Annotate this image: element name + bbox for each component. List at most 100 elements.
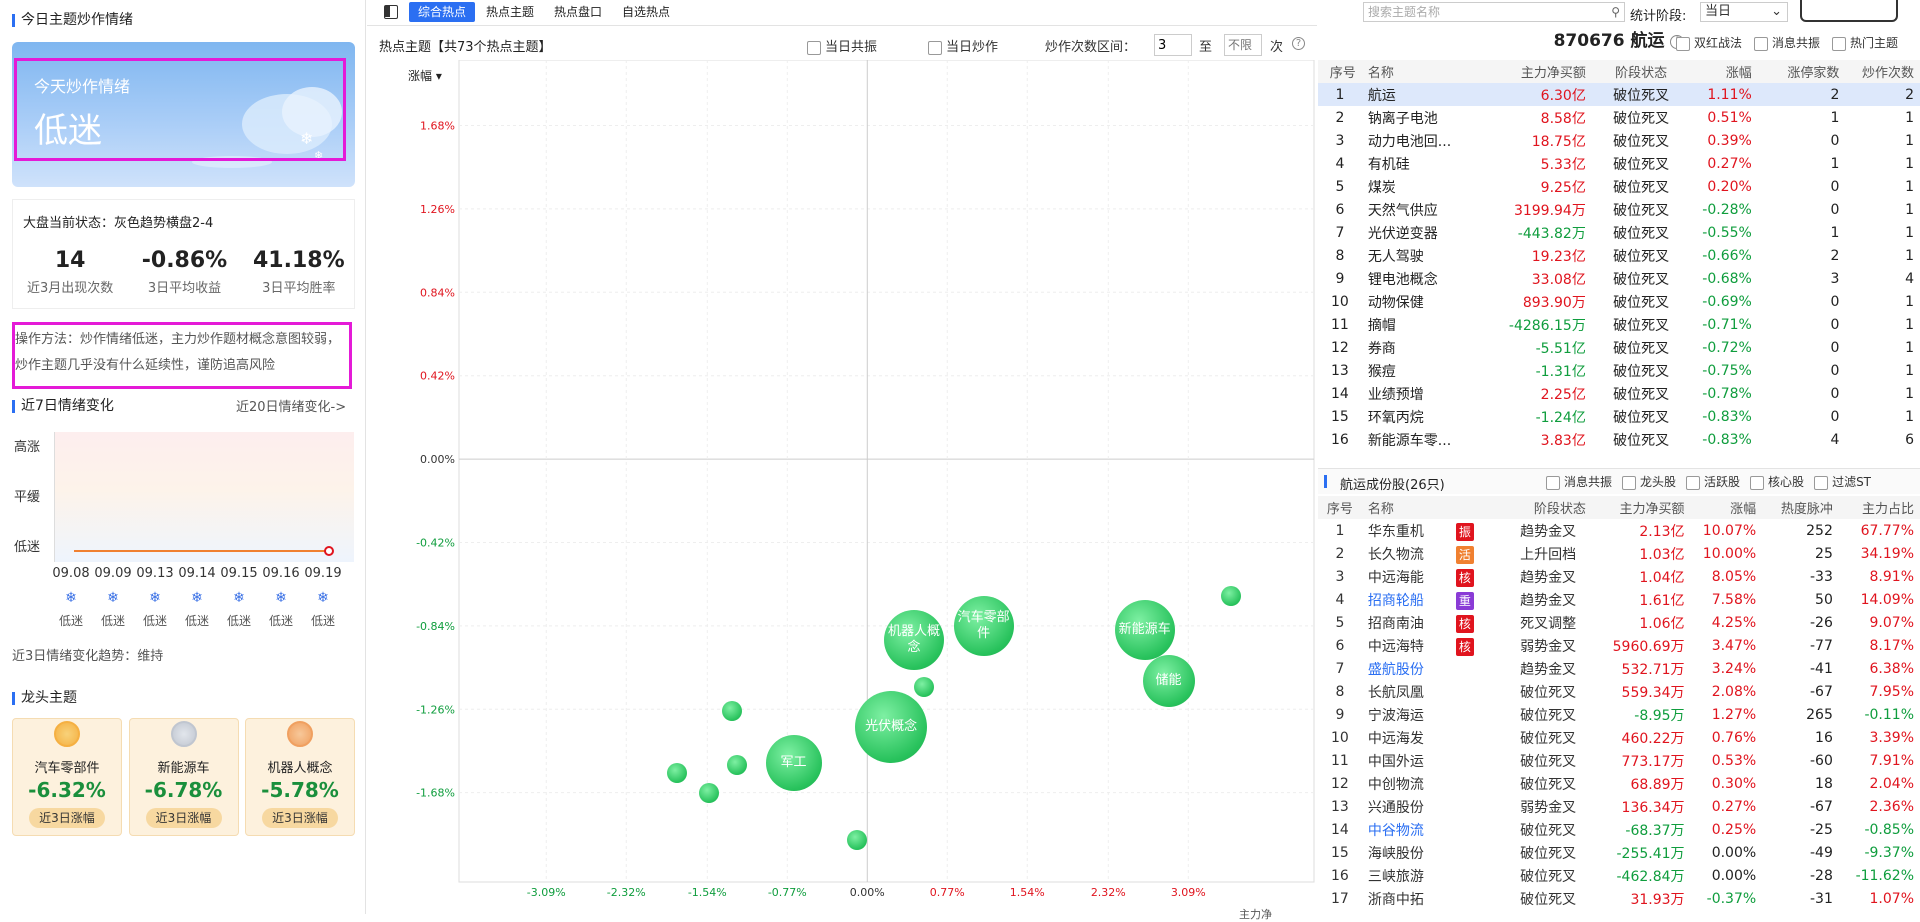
topic-header-cell[interactable]: 阶段状态 [1591, 60, 1691, 83]
stats-row: 14 近3月出现次数 -0.86% 3日平均收益 41.18% 3日平均胜率 [13, 248, 356, 296]
topic-search-input[interactable]: 搜索主题名称 ⚲ [1363, 2, 1625, 22]
stock-row[interactable]: 13 兴通股份 弱势金叉 136.34万 0.27% -67 2.36% [1318, 795, 1920, 818]
bubble-point[interactable]: 储能 [1142, 655, 1195, 708]
stock-row[interactable]: 11 中国外运 破位死叉 773.17万 0.53% -60 7.91% [1318, 749, 1920, 772]
stock-header-cell[interactable]: 序号 [1318, 496, 1362, 519]
leader-card[interactable]: 新能源车 -6.78% 近3日涨幅 [128, 718, 239, 836]
stock-cell: 10.00% [1702, 545, 1757, 562]
stock-row[interactable]: 17 浙商中拓 破位死叉 31.93万 -0.37% -31 1.07% [1318, 887, 1920, 910]
panel-toggle-icon[interactable] [384, 5, 398, 19]
bubble-point[interactable] [1220, 586, 1241, 607]
topic-cell: 猴痘 [1367, 363, 1396, 380]
topic-cell: 破位死叉 [1613, 87, 1670, 104]
stock-row[interactable]: 12 中创物流 破位死叉 68.89万 0.30% 18 2.04% [1318, 772, 1920, 795]
bubble-chart: 1.68% 1.26% 0.84% 0.42% 0.00% -0.42% -0.84% -1.… [416, 60, 1315, 899]
topic-row[interactable]: 5 煤炭 9.25亿 破位死叉 0.20% 0 1 [1318, 175, 1920, 198]
topic-filter-1[interactable]: 消息共振 [1754, 36, 1820, 51]
toggle-switch[interactable] [1800, 0, 1898, 22]
topic-row[interactable]: 3 动力电池回... 18.75亿 破位死叉 0.39% 0 1 [1318, 129, 1920, 152]
stock-row[interactable]: 1 华东重机 振 趋势金叉 2.13亿 10.07% 252 67.77% [1318, 519, 1920, 542]
topic-row[interactable]: 7 光伏逆变器 -443.82万 破位死叉 -0.55% 1 1 [1318, 221, 1920, 244]
stock-row[interactable]: 3 中远海能 核 趋势金叉 1.04亿 8.05% -33 8.91% [1318, 565, 1920, 588]
range-to-input[interactable] [1224, 34, 1262, 56]
stock-row[interactable]: 10 中远海发 破位死叉 460.22万 0.76% 16 3.39% [1318, 726, 1920, 749]
topic-row[interactable]: 14 业绩预增 2.25亿 破位死叉 -0.78% 0 1 [1318, 382, 1920, 405]
stock-name[interactable]: 盛航股份 [1368, 659, 1456, 679]
topic-header-cell[interactable]: 主力净买额 [1493, 60, 1592, 83]
tab-0[interactable]: 综合热点 [409, 2, 476, 22]
tab-3[interactable]: 自选热点 [613, 2, 679, 22]
stock-name[interactable]: 中谷物流 [1368, 820, 1456, 840]
comp-filter-4[interactable]: 过滤ST [1814, 475, 1871, 490]
leader-card[interactable]: 机器人概念 -5.78% 近3日涨幅 [245, 718, 355, 836]
stock-row[interactable]: 8 长航凤凰 破位死叉 559.34万 2.08% -67 7.95% [1318, 680, 1920, 703]
topic-row[interactable]: 12 券商 -5.51亿 破位死叉 -0.72% 0 1 [1318, 336, 1920, 359]
topic-header-cell[interactable]: 涨幅 [1690, 60, 1758, 83]
topic-filter-0[interactable]: 双红战法 [1676, 36, 1742, 51]
stock-row[interactable]: 6 中远海特 核 弱势金叉 5960.69万 3.47% -77 8.17% [1318, 634, 1920, 657]
hype-checkbox[interactable]: 当日炒作 [928, 36, 998, 55]
y-tick-label: 0.84% [420, 286, 455, 299]
tab-2[interactable]: 热点盘口 [545, 2, 611, 22]
topic-row[interactable]: 10 动物保健 893.90万 破位死叉 -0.69% 0 1 [1318, 290, 1920, 313]
stock-row[interactable]: 14 中谷物流 破位死叉 -68.37万 0.25% -25 -0.85% [1318, 818, 1920, 841]
comp-filter-0[interactable]: 消息共振 [1546, 475, 1612, 490]
topic-row[interactable]: 11 摘帽 -4286.15万 破位死叉 -0.71% 0 1 [1318, 313, 1920, 336]
leader-card[interactable]: 汽车零部件 -6.32% 近3日涨幅 [12, 718, 122, 836]
stock-header-cell[interactable]: 阶段状态 [1504, 496, 1592, 519]
bubble-point[interactable]: 军工 [765, 734, 822, 791]
stock-header-cell[interactable]: 涨幅 [1690, 496, 1763, 519]
resonance-checkbox[interactable]: 当日共振 [807, 36, 877, 55]
period-select[interactable]: 当日 ⌄ [1700, 2, 1788, 22]
topic-cell: 光伏逆变器 [1367, 225, 1438, 242]
stock-badge: 振 [1455, 522, 1474, 541]
stock-name: 兴通股份 [1367, 799, 1424, 816]
stock-row[interactable]: 5 招商南油 核 死叉调整 1.06亿 4.25% -26 9.07% [1318, 611, 1920, 634]
topic-cell: 锂电池概念 [1367, 271, 1438, 288]
stock-row[interactable]: 15 海峡股份 破位死叉 -255.41万 0.00% -49 -9.37% [1318, 841, 1920, 864]
stock-row[interactable]: 16 三峡旅游 破位死叉 -462.84万 0.00% -28 -11.62% [1318, 864, 1920, 887]
stock-name-cell: 中远海特 核 [1362, 634, 1504, 657]
twenty-day-link[interactable]: 近20日情绪变化-> [236, 396, 346, 415]
topic-row[interactable]: 4 有机硅 5.33亿 破位死叉 0.27% 1 1 [1318, 152, 1920, 175]
topic-row[interactable]: 1 航运 6.30亿 破位死叉 1.11% 2 2 [1318, 83, 1920, 106]
topic-row[interactable]: 6 天然气供应 3199.94万 破位死叉 -0.28% 0 1 [1318, 198, 1920, 221]
stock-row[interactable]: 9 宁波海运 破位死叉 -8.95万 1.27% 265 -0.11% [1318, 703, 1920, 726]
tab-1[interactable]: 热点主题 [477, 2, 543, 22]
topic-row[interactable]: 2 钠离子电池 8.58亿 破位死叉 0.51% 1 1 [1318, 106, 1920, 129]
stock-header-cell[interactable]: 主力占比 [1838, 496, 1920, 519]
stock-name[interactable]: 招商轮船 [1368, 590, 1456, 610]
topic-header-cell[interactable]: 涨停家数 [1757, 60, 1846, 83]
topic-filter-2[interactable]: 热门主题 [1832, 36, 1898, 51]
topic-row[interactable]: 13 猴痘 -1.31亿 破位死叉 -0.75% 0 1 [1318, 359, 1920, 382]
topic-header-cell[interactable]: 名称 [1361, 60, 1494, 83]
bubble-point[interactable]: 机器人概念 [884, 609, 945, 670]
comp-filter-3[interactable]: 核心股 [1750, 475, 1804, 490]
topic-header-cell[interactable]: 序号 [1318, 60, 1362, 83]
topic-row[interactable]: 9 锂电池概念 33.08亿 破位死叉 -0.68% 3 4 [1318, 267, 1920, 290]
topic-row[interactable]: 8 无人驾驶 19.23亿 破位死叉 -0.66% 2 1 [1318, 244, 1920, 267]
stock-header-cell[interactable]: 热度脉冲 [1762, 496, 1839, 519]
bubble-point[interactable]: 汽车零部件 [953, 595, 1014, 656]
stock-row[interactable]: 2 长久物流 活 上升回档 1.03亿 10.00% 25 34.19% [1318, 542, 1920, 565]
topic-row[interactable]: 15 环氧丙烷 -1.24亿 破位死叉 -0.83% 0 1 [1318, 405, 1920, 428]
search-icon[interactable]: ⚲ [1611, 3, 1620, 21]
stock-header-cell[interactable]: 名称 [1361, 496, 1505, 519]
bubble-point[interactable]: 光伏概念 [855, 691, 928, 764]
comp-filter-1[interactable]: 龙头股 [1622, 475, 1676, 490]
bubble-point[interactable] [667, 762, 688, 783]
comp-filter-2[interactable]: 活跃股 [1686, 475, 1740, 490]
topic-header-cell[interactable]: 炒作次数 [1845, 60, 1920, 83]
stock-row[interactable]: 4 招商轮船重趋势金叉 1.61亿 7.58% 50 14.09% [1318, 588, 1920, 611]
bubble-point[interactable] [699, 782, 720, 803]
help-icon[interactable]: ? [1292, 37, 1305, 50]
range-from-input[interactable] [1154, 34, 1192, 56]
bubble-point[interactable]: 新能源车 [1114, 599, 1175, 660]
stock-cell: 3 [1335, 568, 1345, 585]
stock-cell: 破位死叉 [1520, 753, 1577, 770]
topic-row[interactable]: 16 新能源车零... 3.83亿 破位死叉 -0.83% 4 6 [1318, 428, 1920, 451]
snowflake-icon: ❄ [65, 590, 77, 606]
stock-cell: 1.06亿 [1639, 615, 1685, 632]
stock-header-cell[interactable]: 主力净买额 [1591, 496, 1691, 519]
stock-row[interactable]: 7 盛航股份 趋势金叉 532.71万 3.24% -41 6.38% [1318, 657, 1920, 680]
